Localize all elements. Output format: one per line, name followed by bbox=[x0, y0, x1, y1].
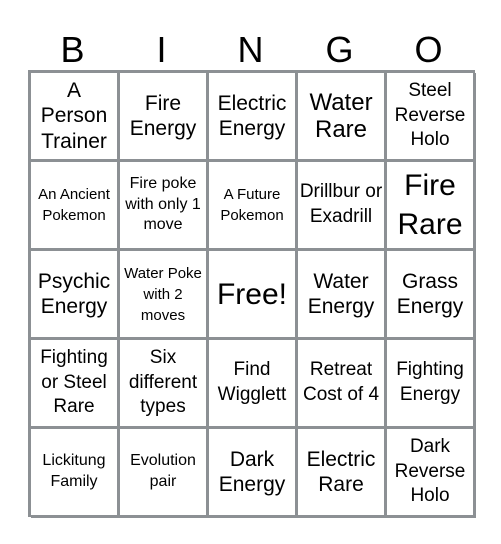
bingo-cell[interactable]: Fighting Energy bbox=[387, 340, 476, 429]
header-letter-b: B bbox=[60, 29, 85, 70]
bingo-cell[interactable]: Drillbur or Exadrill bbox=[298, 162, 387, 251]
bingo-cell[interactable]: Dark Reverse Holo bbox=[387, 429, 476, 518]
header-letter-i: I bbox=[156, 29, 167, 70]
bingo-cell[interactable]: Water Poke with 2 moves bbox=[120, 251, 209, 340]
bingo-cell[interactable]: Lickitung Family bbox=[31, 429, 120, 518]
bingo-cell[interactable]: Find Wigglett bbox=[209, 340, 298, 429]
bingo-cell[interactable]: Steel Reverse Holo bbox=[387, 73, 476, 162]
free-space-cell[interactable]: Free! bbox=[209, 251, 298, 340]
bingo-cell[interactable]: An Ancient Pokemon bbox=[31, 162, 120, 251]
bingo-cell[interactable]: Psychic Energy bbox=[31, 251, 120, 340]
bingo-cell[interactable]: Water Rare bbox=[298, 73, 387, 162]
bingo-cell[interactable]: Evolution pair bbox=[120, 429, 209, 518]
bingo-header: B I N G O bbox=[28, 28, 473, 71]
header-letter-n: N bbox=[237, 29, 264, 70]
bingo-cell[interactable]: Six different types bbox=[120, 340, 209, 429]
bingo-cell[interactable]: Electric Energy bbox=[209, 73, 298, 162]
bingo-cell[interactable]: Fire Rare bbox=[387, 162, 476, 251]
bingo-cell[interactable]: Fire poke with only 1 move bbox=[120, 162, 209, 251]
bingo-cell[interactable]: Fighting or Steel Rare bbox=[31, 340, 120, 429]
bingo-cell[interactable]: Dark Energy bbox=[209, 429, 298, 518]
bingo-cell[interactable]: Grass Energy bbox=[387, 251, 476, 340]
bingo-cell[interactable]: Electric Rare bbox=[298, 429, 387, 518]
bingo-cell[interactable]: Retreat Cost of 4 bbox=[298, 340, 387, 429]
bingo-cell[interactable]: Fire Energy bbox=[120, 73, 209, 162]
bingo-cell[interactable]: A Future Pokemon bbox=[209, 162, 298, 251]
bingo-cell[interactable]: A Person Trainer bbox=[31, 73, 120, 162]
header-letter-g: G bbox=[325, 29, 354, 70]
bingo-cell[interactable]: Water Energy bbox=[298, 251, 387, 340]
bingo-grid: A Person Trainer Fire Energy Electric En… bbox=[28, 70, 476, 518]
header-letter-o: O bbox=[414, 29, 443, 70]
